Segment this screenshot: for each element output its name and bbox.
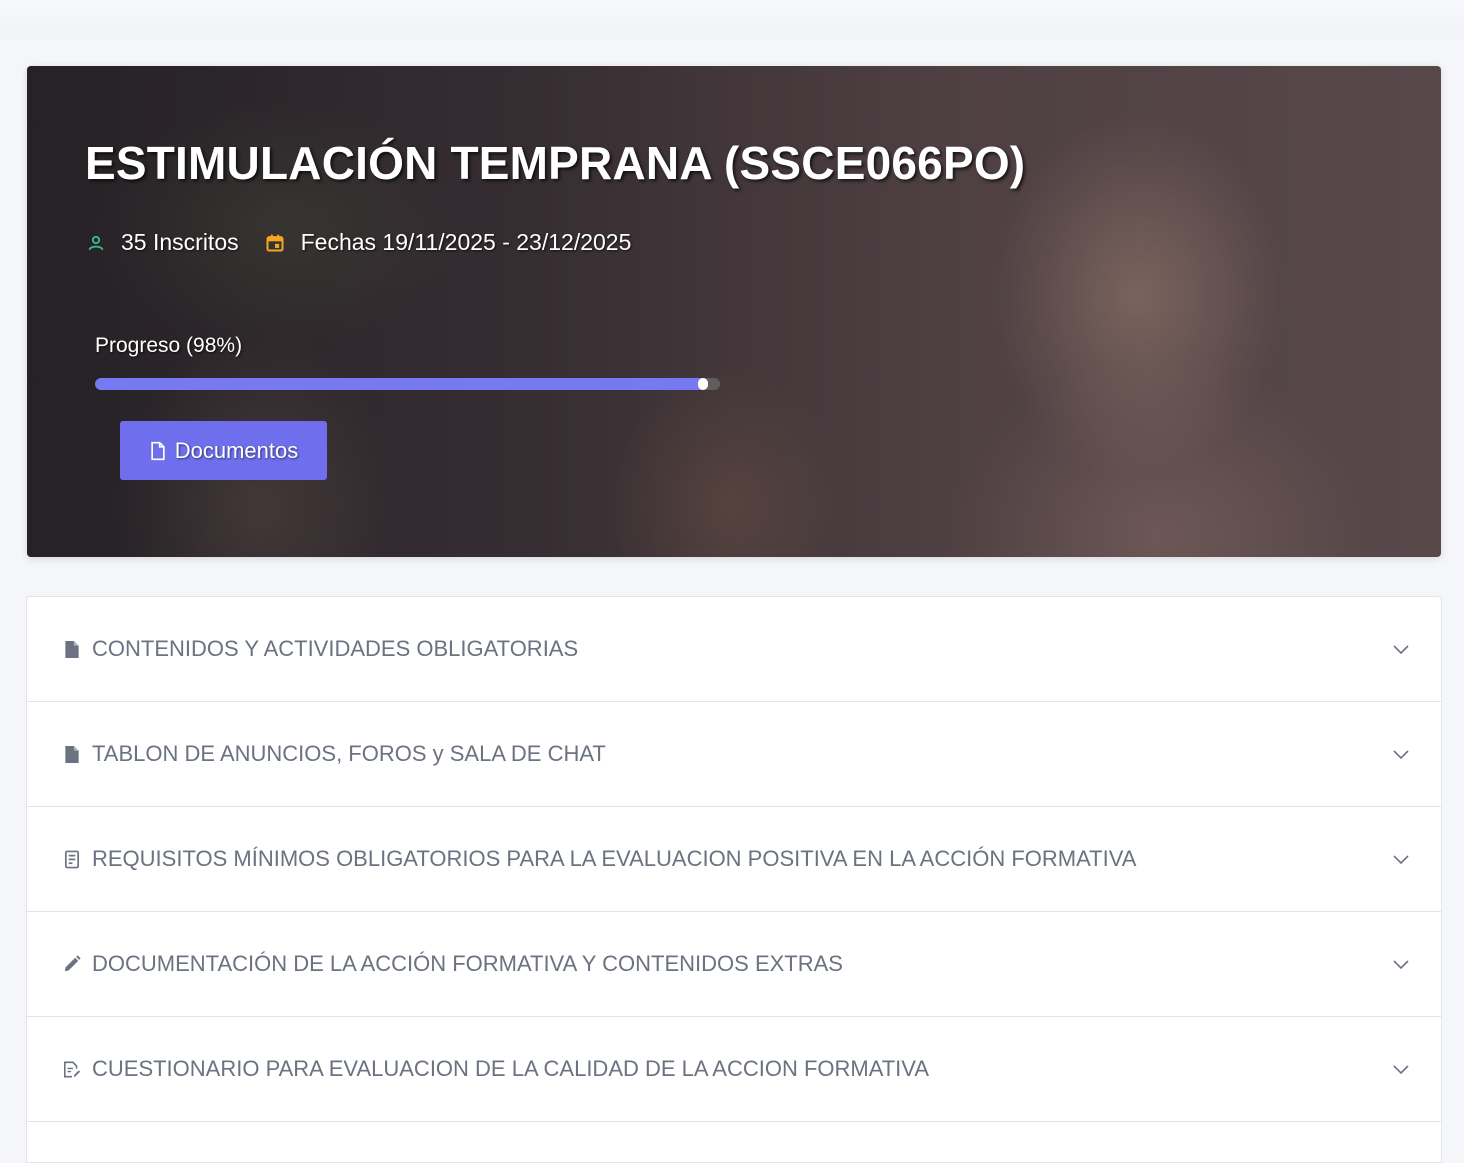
top-bar [0, 0, 1464, 40]
chevron-down-icon [1393, 855, 1409, 865]
chevron-down-icon [1393, 960, 1409, 970]
section-board-forums-chat[interactable]: TABLON DE ANUNCIOS, FOROS y SALA DE CHAT [27, 702, 1441, 807]
course-title: ESTIMULACIÓN TEMPRANA (SSCE066PO) [85, 137, 1026, 189]
progress-label: Progreso (98%) [95, 334, 243, 357]
chevron-down-icon [1393, 1065, 1409, 1075]
course-meta: 35 Inscritos Fechas 19/11/2025 - 23/12/2… [87, 229, 657, 256]
course-banner: ESTIMULACIÓN TEMPRANA (SSCE066PO) 35 Ins… [27, 66, 1441, 557]
course-dates: Fechas 19/11/2025 - 23/12/2025 [265, 229, 632, 256]
checklist-icon [63, 850, 81, 868]
progress-bar [95, 378, 720, 390]
section-next[interactable] [27, 1122, 1441, 1162]
file-icon [63, 745, 81, 763]
user-icon [88, 235, 104, 250]
calendar-icon [266, 234, 284, 251]
progress-fill [95, 378, 708, 390]
chevron-down-icon [1393, 750, 1409, 760]
section-contents[interactable]: CONTENIDOS Y ACTIVIDADES OBLIGATORIAS [27, 597, 1441, 702]
course-sections: CONTENIDOS Y ACTIVIDADES OBLIGATORIAS TA… [26, 596, 1442, 1163]
documents-button[interactable]: Documentos [120, 421, 327, 480]
pencil-icon [63, 955, 81, 973]
section-label: TABLON DE ANUNCIOS, FOROS y SALA DE CHAT [92, 741, 606, 766]
file-icon [63, 640, 81, 658]
section-label: CONTENIDOS Y ACTIVIDADES OBLIGATORIAS [92, 636, 579, 661]
dates-text: Fechas 19/11/2025 - 23/12/2025 [300, 229, 632, 255]
section-label: CUESTIONARIO PARA EVALUACION DE LA CALID… [92, 1056, 930, 1081]
section-minimum-requirements[interactable]: REQUISITOS MÍNIMOS OBLIGATORIOS PARA LA … [27, 807, 1441, 912]
document-icon [151, 441, 165, 460]
section-label: DOCUMENTACIÓN DE LA ACCIÓN FORMATIVA Y C… [92, 951, 843, 976]
section-label: REQUISITOS MÍNIMOS OBLIGATORIOS PARA LA … [92, 846, 1137, 871]
section-documentation-extras[interactable]: DOCUMENTACIÓN DE LA ACCIÓN FORMATIVA Y C… [27, 912, 1441, 1017]
enrolled-count: 35 Inscritos [87, 229, 239, 256]
edit-document-icon [63, 1060, 81, 1078]
chevron-down-icon [1393, 645, 1409, 655]
enrolled-text: 35 Inscritos [121, 229, 239, 255]
documents-button-label: Documentos [174, 437, 299, 463]
section-quality-questionnaire[interactable]: CUESTIONARIO PARA EVALUACION DE LA CALID… [27, 1017, 1441, 1122]
